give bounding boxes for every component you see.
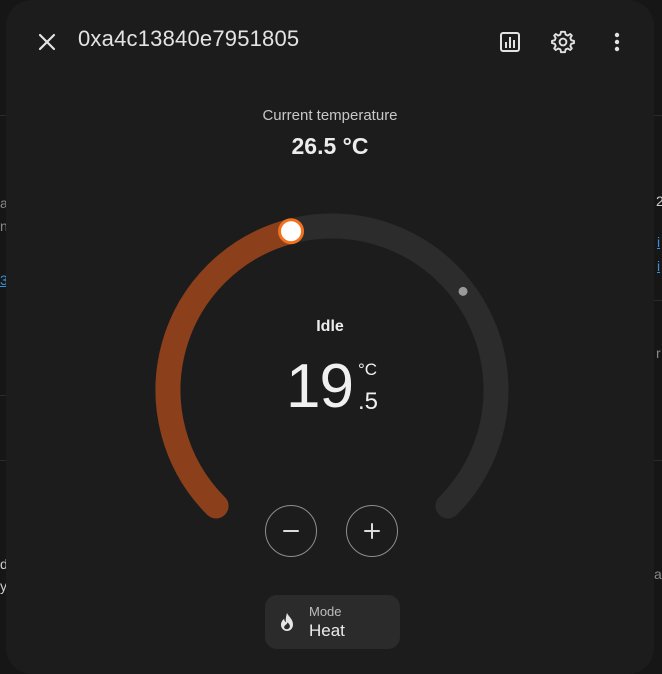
target-temperature-handle[interactable] — [278, 218, 305, 245]
increase-temperature-button[interactable] — [346, 505, 398, 557]
background-divider — [654, 460, 662, 461]
background-link[interactable]: i — [657, 234, 660, 250]
dial-active-arc — [155, 218, 304, 519]
mode-label: Mode — [309, 604, 342, 619]
mode-value: Heat — [309, 621, 345, 640]
background-text: ai — [654, 566, 662, 582]
background-divider — [654, 300, 662, 301]
hvac-action-label: Idle — [316, 318, 344, 335]
background-divider — [654, 115, 662, 116]
background-link[interactable]: i — [657, 258, 660, 274]
more-info-dialog: 0xa4c13840e7951805 Current temperature 2… — [6, 0, 654, 674]
background-text: r — [656, 345, 661, 361]
target-temperature-unit: °C — [358, 360, 378, 379]
plus-icon — [364, 523, 380, 539]
target-temperature-decimal: .5 — [358, 388, 379, 415]
current-temperature-indicator — [458, 286, 468, 296]
background-text: 2 — [656, 193, 662, 209]
fire-icon — [281, 613, 293, 631]
thermostat-dial[interactable] — [6, 0, 654, 674]
minus-icon — [283, 530, 299, 532]
mode-selector[interactable]: Mode Heat — [265, 595, 400, 649]
decrease-temperature-button[interactable] — [265, 505, 317, 557]
target-temperature-integer: 19 — [286, 352, 354, 421]
